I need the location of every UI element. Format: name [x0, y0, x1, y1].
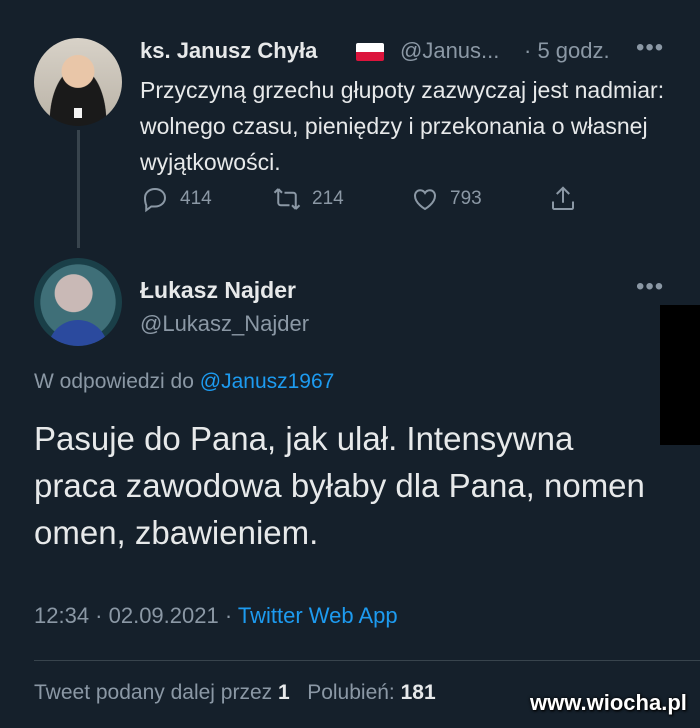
- author-name[interactable]: ks. Janusz Chyła: [140, 38, 317, 64]
- like-count: 793: [450, 188, 482, 209]
- author-handle[interactable]: @Lukasz_Najder: [140, 311, 309, 337]
- retweet-count: 214: [312, 188, 344, 209]
- tweet-stats: Tweet podany dalej przez 1 Polubień: 181: [34, 681, 436, 705]
- likes-label[interactable]: Polubień:: [307, 681, 395, 704]
- retweets-count[interactable]: 1: [278, 681, 290, 704]
- likes-count[interactable]: 181: [401, 681, 436, 704]
- tweet-time[interactable]: · 5 godz.: [524, 38, 610, 64]
- retweet-icon: [273, 188, 301, 210]
- thread-line: [77, 130, 80, 248]
- reply-count: 414: [180, 188, 212, 209]
- tweet-actions: 414 214 793: [140, 184, 610, 220]
- like-button[interactable]: 793: [410, 184, 482, 214]
- retweet-button[interactable]: 214: [272, 184, 344, 214]
- author-handle[interactable]: @Janus...: [400, 38, 499, 64]
- share-icon: [552, 186, 574, 210]
- divider: [34, 660, 700, 661]
- more-options-icon[interactable]: •••: [636, 34, 664, 62]
- reply-prefix: W odpowiedzi do: [34, 370, 194, 393]
- tweet-source[interactable]: Twitter Web App: [238, 603, 398, 628]
- tweet-meta: 12:34 · 02.09.2021 · Twitter Web App: [34, 603, 398, 629]
- avatar[interactable]: [34, 258, 122, 346]
- heart-icon: [413, 189, 437, 211]
- tweet-text: Pasuje do Pana, jak ulał. Intensywna pra…: [34, 420, 645, 551]
- reply-icon: [143, 187, 167, 213]
- retweets-label[interactable]: Tweet podany dalej przez: [34, 681, 272, 704]
- tweet-text: Przyczyną grzechu głupoty zazwyczaj jest…: [140, 77, 665, 175]
- overlay-bar: [660, 305, 700, 445]
- watermark: www.wiocha.pl: [530, 690, 687, 715]
- poland-flag-icon: [356, 43, 384, 61]
- more-options-icon[interactable]: •••: [636, 273, 664, 301]
- tweet-timestamp[interactable]: 12:34 · 02.09.2021 ·: [34, 603, 232, 628]
- share-button[interactable]: [548, 184, 578, 214]
- avatar-figure: [48, 320, 108, 346]
- collar: [74, 108, 82, 118]
- author-name[interactable]: Łukasz Najder: [140, 277, 296, 304]
- reply-to-link[interactable]: @Janusz1967: [200, 370, 335, 393]
- reply-context: W odpowiedzi do @Janusz1967: [34, 370, 334, 394]
- reply-button[interactable]: 414: [140, 184, 212, 214]
- avatar[interactable]: [34, 38, 122, 126]
